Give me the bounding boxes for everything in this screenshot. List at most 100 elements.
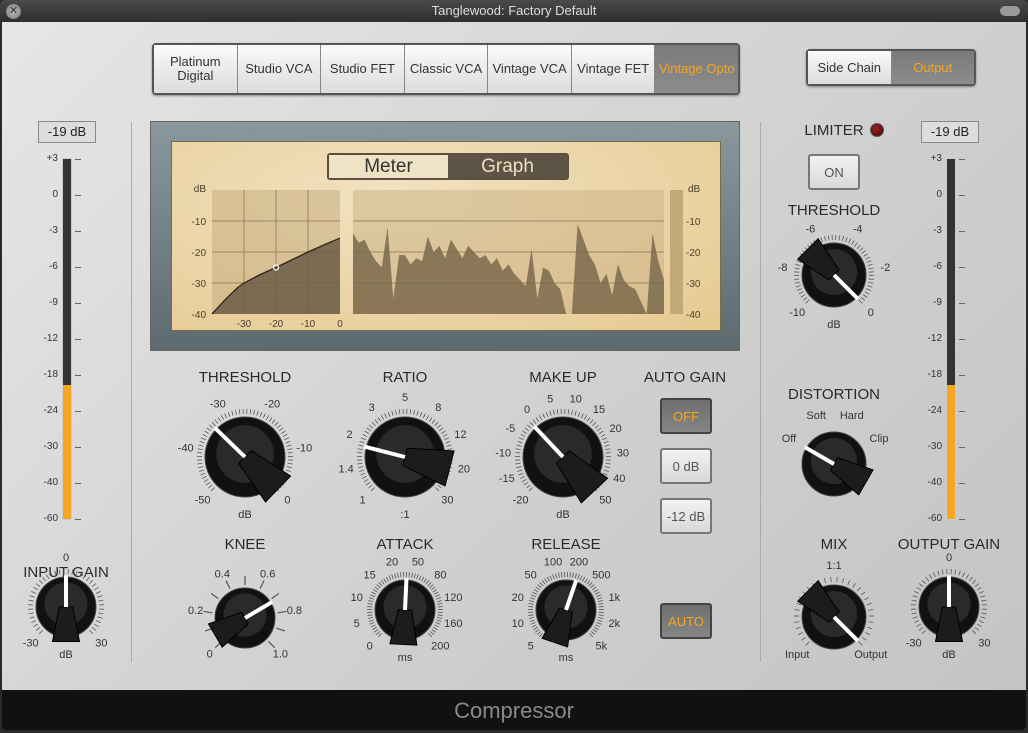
input-meter-scale-label: -12 <box>43 333 58 344</box>
output-meter-bar <box>946 158 956 520</box>
knob-title: OUTPUT GAIN <box>897 536 1001 553</box>
y-tick-label: -40 <box>192 310 207 321</box>
model-studio-fet[interactable]: Studio FET <box>321 45 405 93</box>
x-tick-label: -10 <box>301 319 316 330</box>
x-tick-label: 0 <box>337 319 343 330</box>
auto-gain-0db-button[interactable]: 0 dB <box>660 448 712 484</box>
output-meter-scale-label: +3 <box>930 153 942 164</box>
input-meter-scale-label: -9 <box>49 297 58 308</box>
knob-title: THRESHOLD <box>198 369 292 386</box>
model-vintage-vca[interactable]: Vintage VCA <box>488 45 572 93</box>
footer-bar: Compressor <box>2 690 1026 730</box>
input-meter-scale-label: +3 <box>46 153 58 164</box>
right-unit-label: dB <box>688 184 701 195</box>
limiter-label: LIMITER <box>804 122 864 139</box>
knob-title: INPUT GAIN <box>23 564 109 581</box>
knob-title: MIX <box>820 536 848 553</box>
output-mini-meter <box>670 190 683 314</box>
output-meter-tick <box>959 231 965 232</box>
model-vintage-opto[interactable]: Vintage Opto <box>655 45 739 93</box>
knob-title: ATTACK <box>376 536 434 553</box>
output-meter-fill <box>947 385 955 519</box>
output-meter-tick <box>959 267 965 268</box>
output-meter-scale-label: -24 <box>927 405 942 416</box>
knob-title: MAKE UP <box>529 369 597 386</box>
output-meter-tick <box>959 519 965 520</box>
input-meter-tick <box>75 231 81 232</box>
output-button[interactable]: Output <box>891 51 974 84</box>
input-meter-scale-label: -60 <box>43 513 58 524</box>
input-meter-tick <box>75 411 81 412</box>
input-level-readout: -19 dB <box>38 121 96 143</box>
output-meter-scale-label: -60 <box>927 513 942 524</box>
knob-title: DISTORTION <box>788 386 880 403</box>
limiter-on-button[interactable]: ON <box>808 154 860 190</box>
output-meter-tick <box>959 339 965 340</box>
output-level-readout: -19 dB <box>921 121 979 143</box>
right-tick-label: -40 <box>686 310 701 321</box>
input-meter-scale-label: 0 <box>52 189 58 200</box>
input-meter-scale-label: -18 <box>43 369 58 380</box>
side-chain-button[interactable]: Side Chain <box>808 51 892 84</box>
output-meter-scale-label: -9 <box>933 297 942 308</box>
model-classic-vca[interactable]: Classic VCA <box>404 45 489 93</box>
right-tick-label: -20 <box>686 248 701 259</box>
input-meter-tick <box>75 303 81 304</box>
output-meter-scale-label: -3 <box>933 225 942 236</box>
output-meter-tick <box>959 159 965 160</box>
knob-title: RELEASE <box>531 536 601 553</box>
input-meter-tick <box>75 447 81 448</box>
output-meter-scale-label: -30 <box>927 441 942 452</box>
auto-gain-minus12db-button[interactable]: -12 dB <box>660 498 712 534</box>
right-tick-label: -30 <box>686 279 701 290</box>
auto-gain-label: AUTO GAIN <box>643 369 727 386</box>
output-meter-scale-label: 0 <box>936 189 942 200</box>
output-meter-tick <box>959 411 965 412</box>
toolbar-toggle-button[interactable] <box>1000 6 1020 16</box>
input-meter-tick <box>75 339 81 340</box>
y-tick-label: -10 <box>192 217 207 228</box>
model-studio-vca[interactable]: Studio VCA <box>237 45 322 93</box>
window-title: Tanglewood: Factory Default <box>431 3 597 18</box>
limiter-led-icon <box>870 123 884 137</box>
knob-title: KNEE <box>224 536 266 553</box>
display-panel: Meter Graph dB -10 -20 -30 -40 -30 -20 -10 0 dB -1… <box>150 121 740 351</box>
output-meter-tick <box>959 195 965 196</box>
model-selector: Platinum Digital Studio VCA Studio FET C… <box>152 43 740 95</box>
display-graphs: dB -10 -20 -30 -40 -30 -20 -10 0 dB -10 -20 -30 -40 <box>192 184 701 330</box>
input-meter-scale-label: -3 <box>49 225 58 236</box>
input-meter-tick <box>75 267 81 268</box>
input-meter-tick <box>75 195 81 196</box>
input-meter-tick <box>75 519 81 520</box>
auto-gain-off-button[interactable]: OFF <box>660 398 712 434</box>
close-icon[interactable]: ✕ <box>6 4 21 19</box>
title-bar: Tanglewood: Factory Default <box>0 0 1028 22</box>
input-meter-tick <box>75 483 81 484</box>
knob-title: THRESHOLD <box>787 202 881 219</box>
divider <box>760 122 761 662</box>
y-tick-label: -30 <box>192 279 207 290</box>
output-meter-tick <box>959 303 965 304</box>
output-meter-scale-label: -40 <box>927 477 942 488</box>
model-vintage-fet[interactable]: Vintage FET <box>571 45 656 93</box>
model-platinum-digital[interactable]: Platinum Digital <box>154 45 238 93</box>
output-meter-scale-label: -18 <box>927 369 942 380</box>
auto-button[interactable]: AUTO <box>660 603 712 639</box>
input-meter-tick <box>75 375 81 376</box>
divider <box>131 122 132 662</box>
input-meter-fill <box>63 385 71 519</box>
output-meter-tick <box>959 483 965 484</box>
input-meter-scale-label: -24 <box>43 405 58 416</box>
knob-title: RATIO <box>382 369 428 386</box>
output-meter-tick <box>959 447 965 448</box>
input-meter-tick <box>75 159 81 160</box>
output-meter-scale-label: -6 <box>933 261 942 272</box>
y-unit-label: dB <box>194 184 207 195</box>
routing-selector: Side Chain Output <box>806 49 976 86</box>
input-meter-scale-label: -30 <box>43 441 58 452</box>
output-meter-scale-label: -12 <box>927 333 942 344</box>
x-tick-label: -30 <box>237 319 252 330</box>
input-meter-scale-label: -6 <box>49 261 58 272</box>
output-meter-tick <box>959 375 965 376</box>
plugin-name: Compressor <box>454 698 574 723</box>
